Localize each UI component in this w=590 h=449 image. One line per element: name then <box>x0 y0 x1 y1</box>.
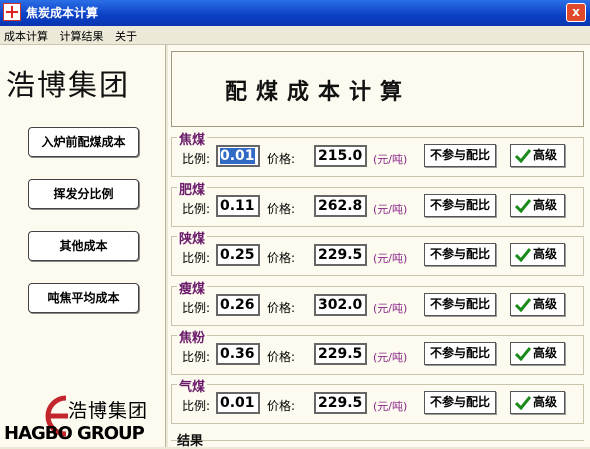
ratio-input[interactable]: 0.01 <box>216 392 260 414</box>
checkmark-icon <box>515 149 531 163</box>
price-label: 价格: <box>267 202 296 216</box>
coal-row-fat-coal: 肥煤比例: 0.11 价格: 262.8 (元/吨) 不参与配比 高级 <box>171 179 584 227</box>
price-label: 价格: <box>267 350 296 364</box>
ratio-input[interactable]: 0.36 <box>216 343 260 365</box>
checkmark-icon <box>515 347 531 361</box>
checkmark-icon <box>515 298 531 312</box>
unit-label: (元/吨) <box>373 252 408 265</box>
menu-bar: 成本计算 计算结果 关于 <box>0 26 590 45</box>
advanced-label: 高级 <box>533 198 558 212</box>
price-input[interactable]: 215.0 <box>314 145 367 167</box>
unit-label: (元/吨) <box>373 351 408 364</box>
ratio-input[interactable]: 0.26 <box>216 294 260 316</box>
ratio-value: 0.25 <box>220 247 255 263</box>
brand-title: 浩博集团 <box>6 68 131 102</box>
price-label: 价格: <box>267 152 296 166</box>
advanced-label: 高级 <box>533 148 558 162</box>
price-input[interactable]: 229.5 <box>314 392 367 414</box>
ratio-value: 0.36 <box>220 346 255 362</box>
ratio-input[interactable]: 0.01 <box>216 145 260 167</box>
close-button[interactable]: x <box>566 3 586 22</box>
ratio-value: 0.01 <box>220 148 255 164</box>
ratio-label: 比例: <box>182 399 211 413</box>
ratio-value: 0.01 <box>220 395 255 411</box>
price-input[interactable]: 302.0 <box>314 294 367 316</box>
title-bar: 焦炭成本计算 x <box>0 0 590 26</box>
coal-name: 瘦煤 <box>177 278 208 297</box>
coal-name: 焦煤 <box>177 129 208 148</box>
unit-label: (元/吨) <box>373 153 408 166</box>
advanced-button[interactable]: 高级 <box>510 144 565 167</box>
advanced-button[interactable]: 高级 <box>510 293 565 316</box>
header-panel: 配煤成本计算 <box>171 51 584 127</box>
page-title: 配煤成本计算 <box>225 80 412 105</box>
coal-name: 气煤 <box>177 376 208 395</box>
coal-row-coking-coal: 焦煤比例: 0.01 价格: 215.0 (元/吨) 不参与配比 高级 <box>171 129 584 177</box>
advanced-button[interactable]: 高级 <box>510 243 565 266</box>
coal-name: 焦粉 <box>177 327 208 346</box>
ratio-label: 比例: <box>182 152 211 166</box>
advanced-button[interactable]: 高级 <box>510 342 565 365</box>
coal-row-coke-powder: 焦粉比例: 0.36 价格: 229.5 (元/吨) 不参与配比 高级 <box>171 327 584 375</box>
company-logo: 浩博集团 HAGBO GROUP <box>4 388 162 446</box>
ratio-input[interactable]: 0.11 <box>216 195 260 217</box>
blend-cost-button[interactable]: 入炉前配煤成本 <box>28 127 139 157</box>
coal-row-lean-coal: 瘦煤比例: 0.26 价格: 302.0 (元/吨) 不参与配比 高级 <box>171 278 584 326</box>
logo-english-text: HAGBO GROUP <box>4 423 145 444</box>
exclude-button[interactable]: 不参与配比 <box>424 243 496 266</box>
price-label: 价格: <box>267 251 296 265</box>
unit-label: (元/吨) <box>373 302 408 315</box>
menu-item-cost-calc[interactable]: 成本计算 <box>0 26 52 44</box>
exclude-button[interactable]: 不参与配比 <box>424 144 496 167</box>
price-label: 价格: <box>267 301 296 315</box>
advanced-label: 高级 <box>533 346 558 360</box>
ratio-value: 0.11 <box>220 198 255 214</box>
ratio-value: 0.26 <box>220 297 255 313</box>
app-icon[interactable] <box>3 3 21 21</box>
exclude-button[interactable]: 不参与配比 <box>424 342 496 365</box>
price-input[interactable]: 229.5 <box>314 343 367 365</box>
ratio-label: 比例: <box>182 251 211 265</box>
price-label: 价格: <box>267 399 296 413</box>
checkmark-icon <box>515 248 531 262</box>
menu-item-results[interactable]: 计算结果 <box>56 26 108 44</box>
ratio-label: 比例: <box>182 202 211 216</box>
main-panel: 配煤成本计算 焦煤 比例: 0.01 价格: 215.0 (元/吨) 不参与配比 高级 肥煤 比例… <box>168 45 590 449</box>
checkmark-icon <box>515 199 531 213</box>
coal-row-shaanxi-coal: 陕煤比例: 0.25 价格: 229.5 (元/吨) 不参与配比 高级 <box>171 228 584 276</box>
ratio-label: 比例: <box>182 350 211 364</box>
exclude-button[interactable]: 不参与配比 <box>424 194 496 217</box>
advanced-label: 高级 <box>533 395 558 409</box>
logo-chinese-text: 浩博集团 <box>68 400 149 422</box>
ratio-label: 比例: <box>182 301 211 315</box>
ratio-input[interactable]: 0.25 <box>216 244 260 266</box>
advanced-button[interactable]: 高级 <box>510 391 565 414</box>
volatile-ratio-button[interactable]: 挥发分比例 <box>28 179 139 209</box>
advanced-label: 高级 <box>533 247 558 261</box>
exclude-button[interactable]: 不参与配比 <box>424 293 496 316</box>
unit-label: (元/吨) <box>373 203 408 216</box>
price-input[interactable]: 229.5 <box>314 244 367 266</box>
advanced-button[interactable]: 高级 <box>510 194 565 217</box>
other-cost-button[interactable]: 其他成本 <box>28 231 139 261</box>
exclude-button[interactable]: 不参与配比 <box>424 391 496 414</box>
coal-name: 肥煤 <box>177 179 208 198</box>
menu-item-about[interactable]: 关于 <box>111 26 141 44</box>
coal-name: 陕煤 <box>177 228 208 247</box>
window-title: 焦炭成本计算 <box>26 6 99 20</box>
checkmark-icon <box>515 396 531 410</box>
coal-row-gas-coal: 气煤比例: 0.01 价格: 229.5 (元/吨) 不参与配比 高级 <box>171 376 584 424</box>
result-label: 结果 <box>177 434 204 449</box>
advanced-label: 高级 <box>533 297 558 311</box>
avg-cost-button[interactable]: 吨焦平均成本 <box>28 283 139 313</box>
price-input[interactable]: 262.8 <box>314 195 367 217</box>
unit-label: (元/吨) <box>373 400 408 413</box>
